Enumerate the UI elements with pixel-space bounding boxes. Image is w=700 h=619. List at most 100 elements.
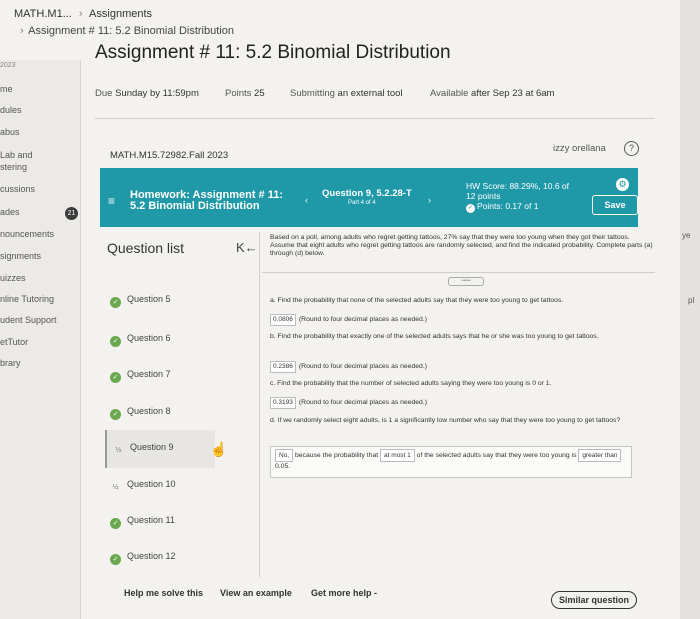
adjacent-window-edge: pl ye: [680, 0, 700, 619]
part-c-hint: (Round to four decimal places as needed.…: [298, 399, 427, 406]
question-item-6[interactable]: ✓ Question 6: [110, 333, 171, 347]
question-item-label: Question 7: [127, 369, 171, 379]
question-number: Question 9, 5.2.28-T: [322, 188, 412, 199]
problem-divider: [262, 272, 655, 273]
question-item-5[interactable]: ✓ Question 5: [110, 294, 171, 308]
nav-modules[interactable]: dules: [0, 105, 22, 115]
edge-text-1: pl: [688, 296, 695, 305]
question-item-label: Question 8: [127, 406, 171, 416]
question-item-label: Question 6: [127, 333, 171, 343]
question-item-label: Question 12: [127, 551, 176, 561]
part-c-answer[interactable]: 0.3193: [270, 397, 296, 409]
points-info: Points 25: [225, 88, 265, 99]
course-nav: 2023 me dules abus Lab and stering cussi…: [0, 60, 81, 619]
breadcrumb-current: › Assignment # 11: 5.2 Binomial Distribu…: [20, 25, 234, 37]
page-title: Assignment # 11: 5.2 Binomial Distributi…: [95, 42, 451, 63]
question-item-9[interactable]: ½ Question 9: [105, 430, 215, 468]
hw-score: HW Score: 88.29%, 10.6 of 12 points ✓ Poi…: [466, 181, 569, 213]
partial-icon: ½: [115, 447, 122, 454]
next-question-icon[interactable]: ›: [428, 195, 431, 205]
due-label: Due: [95, 88, 113, 99]
edge-text-2: ye: [682, 231, 691, 240]
nav-term: 2023: [0, 62, 16, 69]
nav-online-tutoring[interactable]: nline Tutoring: [0, 294, 54, 304]
view-example-button[interactable]: View an example: [220, 588, 292, 598]
breadcrumb-sep-icon: ›: [78, 8, 83, 20]
part-c-answer-row: 0.3193 (Round to four decimal places as n…: [270, 397, 427, 409]
part-d-select-3[interactable]: greater than: [578, 449, 622, 462]
check-icon: ✓: [110, 554, 121, 565]
available-value: after Sep 23 at 6am: [471, 88, 555, 99]
nav-home[interactable]: me: [0, 84, 13, 94]
user-name[interactable]: izzy orellana: [553, 143, 606, 154]
menu-icon[interactable]: ≡: [108, 194, 115, 208]
homework-title-line2: 5.2 Binomial Distribution: [130, 200, 260, 212]
breadcrumb-current-label: Assignment # 11: 5.2 Binomial Distributi…: [28, 25, 234, 37]
nav-discussions[interactable]: cussions: [0, 184, 35, 194]
available-label: Available: [430, 88, 469, 99]
panel-divider: [259, 232, 260, 577]
grades-badge: 21: [65, 207, 78, 220]
part-b-answer-row: 0.2386 (Round to four decimal places as n…: [270, 361, 427, 373]
question-item-10[interactable]: ½ Question 10: [110, 479, 176, 493]
problem-statement: Based on a poll, among adults who regret…: [270, 234, 653, 258]
get-more-help-button[interactable]: Get more help -: [311, 588, 377, 598]
nav-syllabus[interactable]: abus: [0, 127, 20, 137]
prev-question-icon[interactable]: ‹: [305, 195, 308, 205]
help-icon[interactable]: ?: [624, 141, 639, 156]
question-item-11[interactable]: ✓ Question 11: [110, 515, 175, 529]
nav-lab-and[interactable]: Lab and: [0, 150, 33, 160]
nav-library[interactable]: brary: [0, 358, 21, 368]
check-icon: ✓: [110, 518, 121, 529]
gear-icon[interactable]: ⚙: [616, 178, 629, 191]
part-a-answer[interactable]: 0.0806: [270, 314, 296, 326]
question-item-label: Question 10: [127, 479, 176, 489]
nav-mastering[interactable]: stering: [0, 162, 27, 172]
question-item-8[interactable]: ✓ Question 8: [110, 406, 171, 420]
check-icon: ✓: [110, 336, 121, 347]
points-label: Points: [225, 88, 252, 99]
question-list-title: Question list: [107, 240, 185, 256]
nav-grades[interactable]: ades: [0, 207, 20, 217]
submitting-info: Submitting an external tool: [290, 88, 403, 99]
partial-icon: ½: [112, 484, 119, 491]
question-part: Part 4 of 4: [348, 200, 376, 206]
hw-score-line1: HW Score: 88.29%, 10.6 of: [466, 181, 569, 191]
due-info: Due Sunday by 11:59pm: [95, 88, 199, 99]
nav-assignments[interactable]: signments: [0, 251, 41, 261]
question-item-label: Question 5: [127, 294, 171, 304]
question-item-7[interactable]: ✓ Question 7: [110, 369, 171, 383]
question-item-12[interactable]: ✓ Question 12: [110, 551, 176, 565]
part-d-text-mid: because the probability that: [295, 452, 379, 459]
part-d-select-2[interactable]: at most 1: [380, 449, 415, 462]
collapse-panel-icon[interactable]: K←: [236, 240, 258, 255]
nav-quizzes[interactable]: uizzes: [0, 273, 26, 283]
breadcrumb-course[interactable]: MATH.M1...: [14, 8, 72, 20]
available-info: Available after Sep 23 at 6am: [430, 88, 554, 99]
question-points-text: Points: 0.17 of 1: [477, 201, 539, 211]
help-me-solve-button[interactable]: Help me solve this: [124, 588, 203, 598]
part-d-text-rest: of the selected adults say that they wer…: [416, 452, 577, 459]
check-icon: ✓: [110, 409, 121, 420]
check-icon: ✓: [110, 372, 121, 383]
nav-nettutor[interactable]: etTutor: [0, 337, 28, 347]
similar-question-button[interactable]: Similar question: [551, 591, 637, 609]
nav-student-support[interactable]: udent Support: [0, 315, 57, 325]
assignment-info: Due Sunday by 11:59pm Points 25 Submitti…: [95, 88, 655, 102]
question-item-label: Question 11: [127, 515, 175, 525]
nav-announcements[interactable]: nouncements: [0, 229, 54, 239]
save-button[interactable]: Save: [592, 195, 638, 215]
breadcrumb-sep-icon: ›: [20, 25, 24, 37]
points-value: 25: [254, 88, 265, 99]
part-d-select-1[interactable]: No,: [275, 449, 294, 462]
part-a-hint: (Round to four decimal places as needed.…: [298, 316, 427, 323]
expand-dots-button[interactable]: •••••: [448, 277, 484, 286]
hw-score-line2: 12 points: [466, 191, 501, 201]
part-b-answer[interactable]: 0.2386: [270, 361, 296, 373]
submitting-label: Submitting: [290, 88, 335, 99]
part-d-text: d. If we randomly select eight adults, i…: [270, 417, 621, 424]
homework-title: Homework: Assignment # 11: 5.2 Binomial …: [130, 190, 283, 212]
divider: [95, 118, 655, 119]
homework-header: ≡ Homework: Assignment # 11: 5.2 Binomia…: [100, 168, 638, 227]
breadcrumb-assignments[interactable]: Assignments: [89, 8, 152, 20]
